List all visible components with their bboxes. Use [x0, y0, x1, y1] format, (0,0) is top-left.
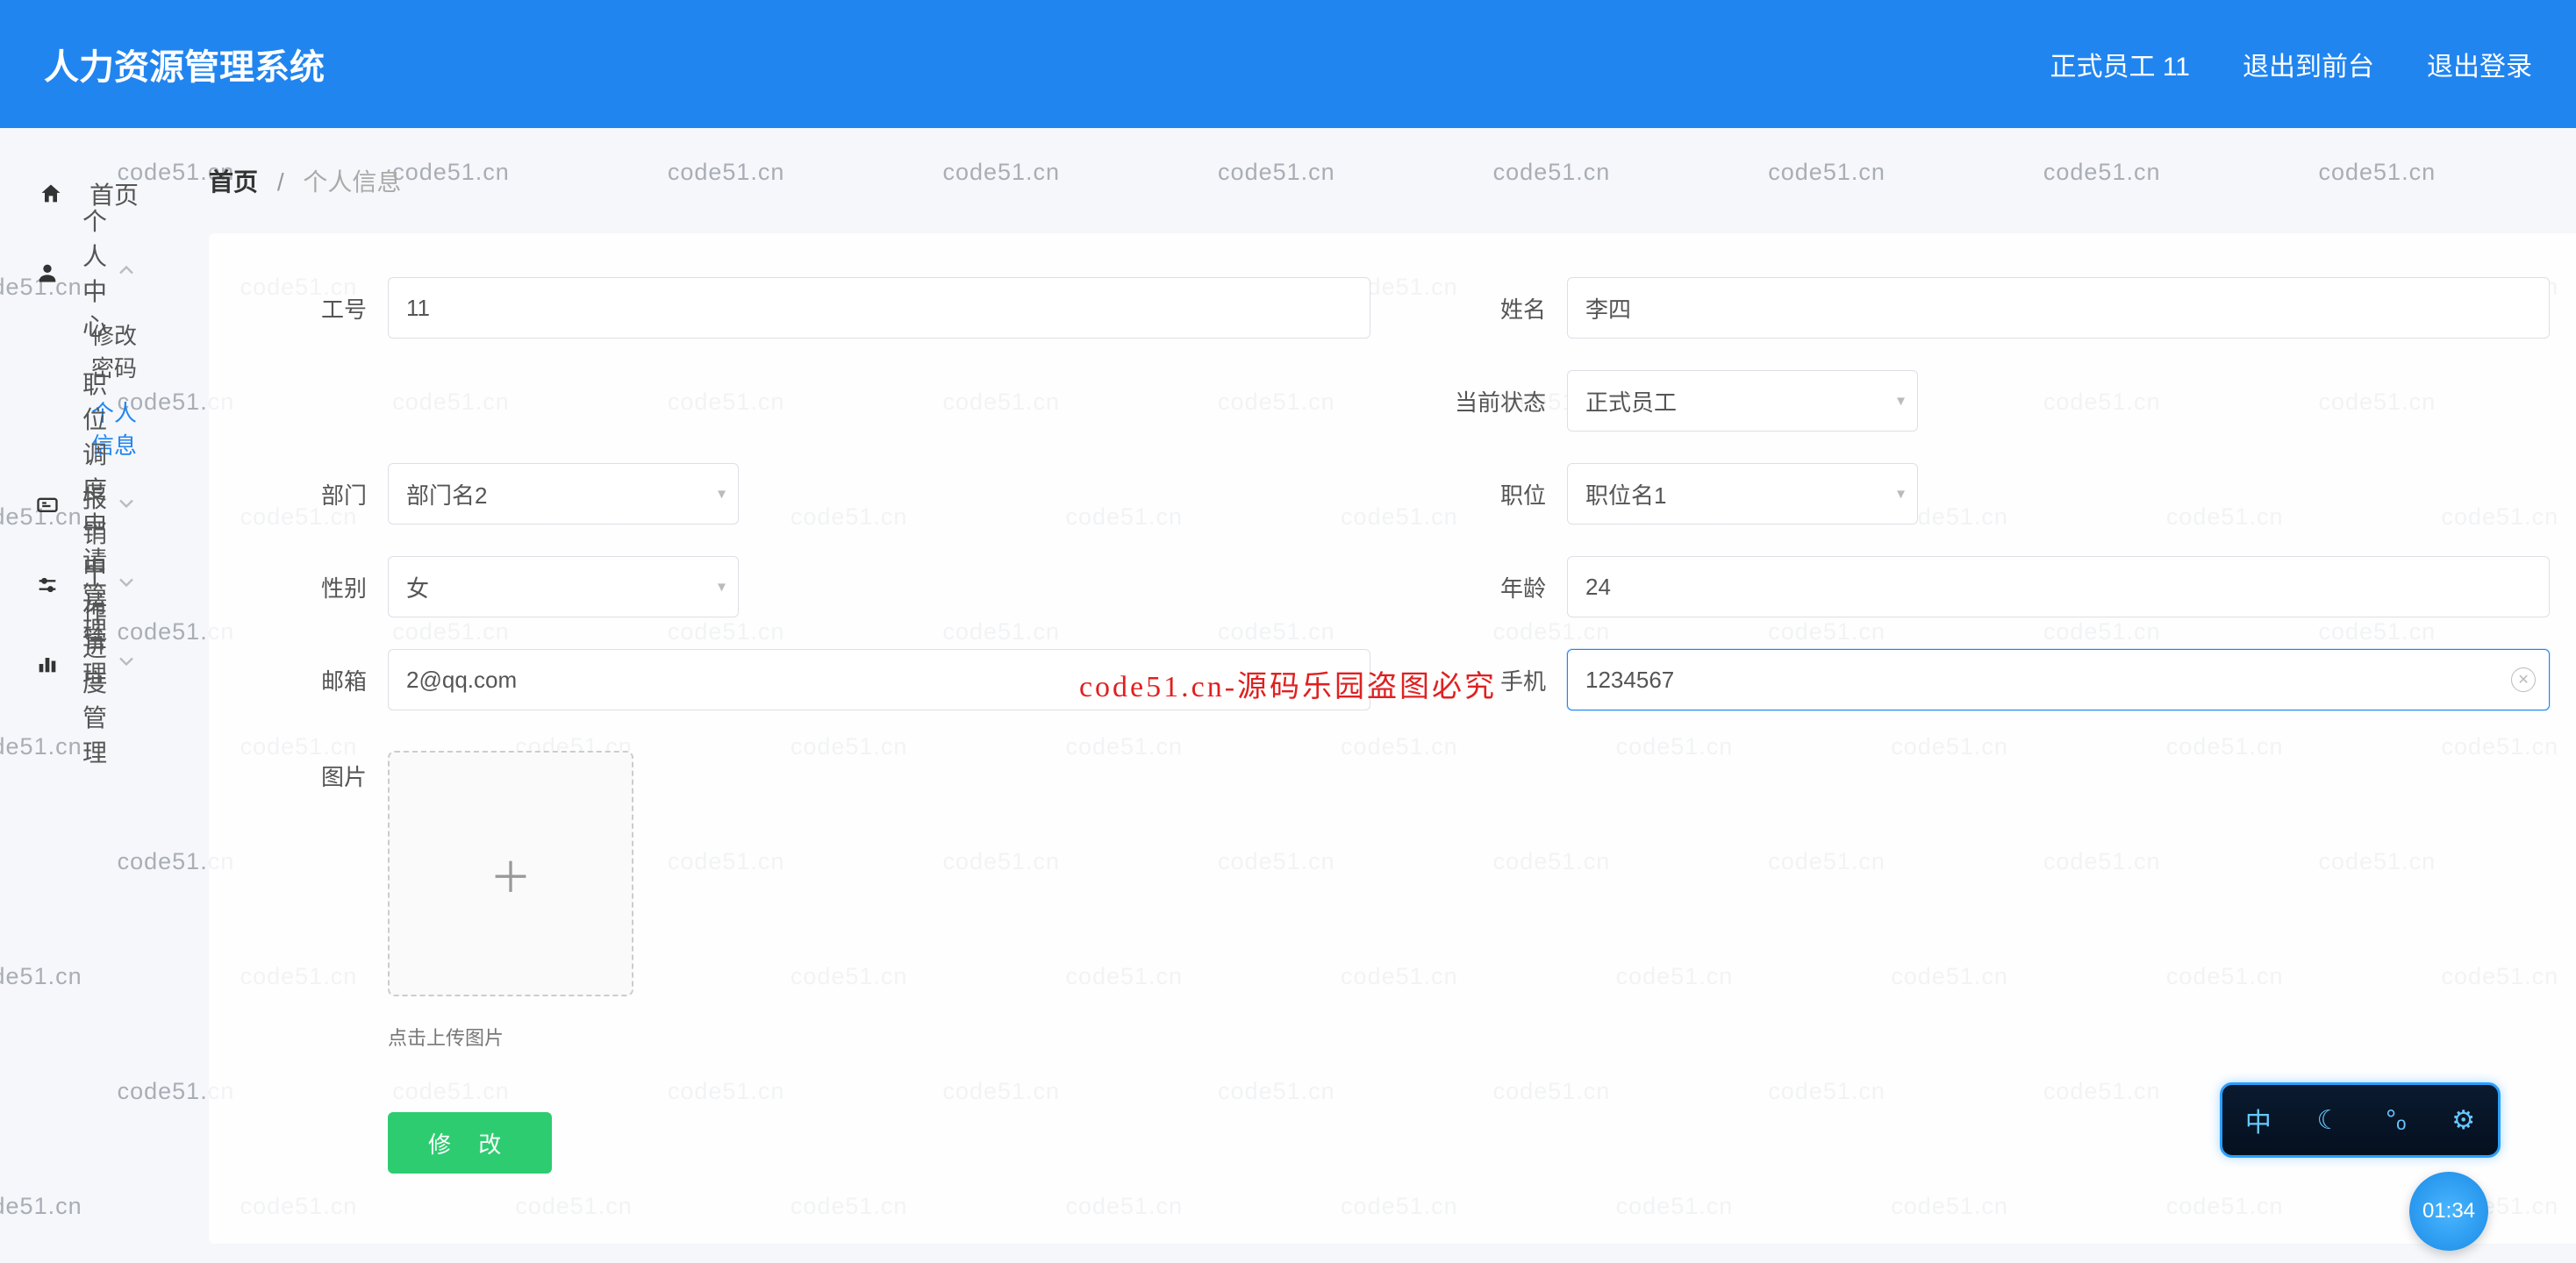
- chevron-down-icon: [114, 570, 139, 601]
- name-label: 姓名: [1441, 292, 1546, 325]
- breadcrumb: 首页 / 个人信息: [209, 163, 2576, 198]
- sparkle-icon[interactable]: °ₒ: [2386, 1105, 2406, 1135]
- gear-icon[interactable]: ⚙: [2451, 1105, 2475, 1136]
- chevron-down-icon: ▾: [1897, 485, 1905, 503]
- submit-button[interactable]: 修 改: [388, 1112, 552, 1174]
- position-value: 职位名1: [1585, 478, 1666, 510]
- dept-value: 部门名2: [406, 478, 487, 510]
- clock-badge[interactable]: 01:34: [2409, 1172, 2488, 1251]
- bars-icon: [35, 652, 60, 676]
- status-value: 正式员工: [1585, 385, 1677, 417]
- chat-icon: [35, 494, 60, 518]
- plus-icon: ＋: [490, 843, 532, 904]
- email-label: 邮箱: [261, 664, 367, 696]
- current-user-label[interactable]: 正式员工 11: [2050, 45, 2190, 83]
- status-label: 当前状态: [1441, 385, 1546, 417]
- chevron-down-icon: ▾: [718, 485, 726, 503]
- name-input[interactable]: [1567, 277, 2550, 339]
- user-icon: [35, 260, 60, 285]
- chevron-down-icon: [114, 491, 139, 522]
- status-select[interactable]: 正式员工 ▾: [1567, 370, 1918, 432]
- clear-icon[interactable]: ✕: [2511, 667, 2536, 692]
- age-label: 年龄: [1441, 571, 1546, 603]
- app-title: 人力资源管理系统: [44, 39, 325, 89]
- position-select[interactable]: 职位名1 ▾: [1567, 463, 1918, 524]
- chevron-down-icon: [114, 649, 139, 680]
- clock-time: 01:34: [2422, 1199, 2475, 1224]
- gender-value: 女: [406, 571, 429, 603]
- dept-select[interactable]: 部门名2 ▾: [388, 463, 739, 524]
- sidebar: 首页 个人中心 修改密码 个人信息 职位调度申请管理: [0, 128, 174, 1263]
- id-label: 工号: [261, 292, 367, 325]
- dept-label: 部门: [261, 478, 367, 510]
- sidebar-item-progress[interactable]: 工作进度管理: [0, 624, 174, 703]
- age-input[interactable]: [1567, 556, 2550, 617]
- chevron-up-icon: [114, 258, 139, 289]
- sliders-icon: [35, 573, 60, 597]
- breadcrumb-current: 个人信息: [303, 168, 401, 196]
- gender-select[interactable]: 女 ▾: [388, 556, 739, 617]
- position-label: 职位: [1441, 478, 1546, 510]
- sidebar-item-label: 工作进度管理: [82, 559, 114, 769]
- image-uploader[interactable]: ＋: [388, 751, 633, 996]
- chevron-down-icon: ▾: [718, 578, 726, 596]
- chevron-down-icon: ▾: [1897, 392, 1905, 410]
- ime-lang[interactable]: 中: [2245, 1101, 2272, 1139]
- logout-to-front-link[interactable]: 退出到前台: [2243, 45, 2374, 83]
- main-content: 首页 / 个人信息 工号 姓名: [174, 128, 2576, 1263]
- sidebar-item-personal[interactable]: 个人中心: [0, 233, 174, 312]
- home-icon: [35, 182, 67, 206]
- id-input[interactable]: [388, 277, 1370, 339]
- moon-icon[interactable]: ☾: [2317, 1105, 2341, 1136]
- phone-input[interactable]: [1567, 649, 2550, 710]
- phone-label: 手机: [1441, 664, 1546, 696]
- app-header: 人力资源管理系统 正式员工 11 退出到前台 退出登录: [0, 0, 2576, 128]
- image-label: 图片: [261, 751, 367, 792]
- breadcrumb-sep: /: [277, 168, 284, 196]
- gender-label: 性别: [261, 571, 367, 603]
- email-input[interactable]: [388, 649, 1370, 710]
- logout-link[interactable]: 退出登录: [2427, 45, 2532, 83]
- breadcrumb-home[interactable]: 首页: [209, 168, 258, 196]
- ime-toolbar[interactable]: 中 ☾ °ₒ ⚙: [2220, 1082, 2501, 1158]
- upload-hint: 点击上传图片: [388, 1023, 633, 1051]
